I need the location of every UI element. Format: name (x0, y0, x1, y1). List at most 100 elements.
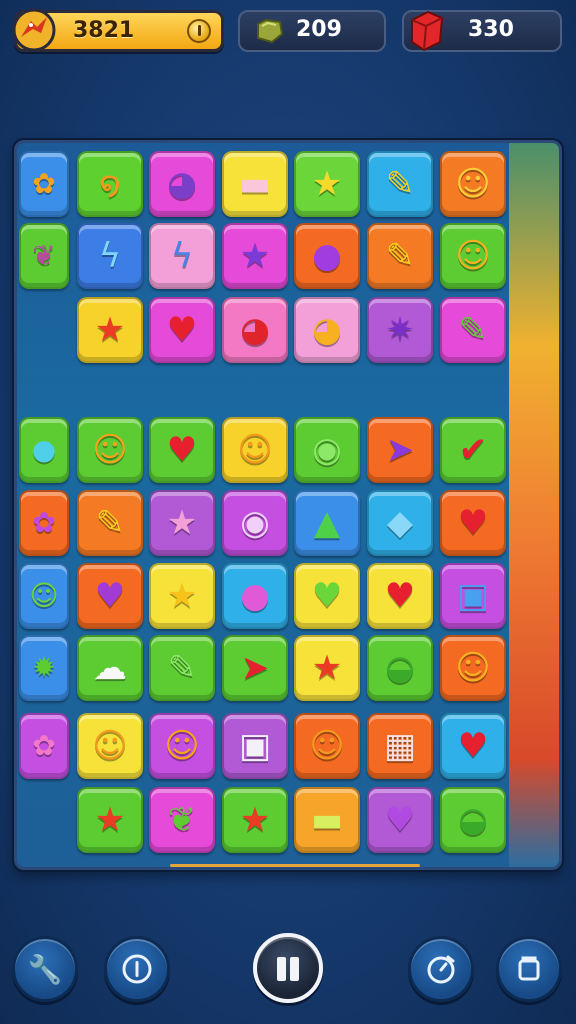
menu-button[interactable] (496, 936, 562, 1002)
cloud-tile[interactable]: ☁ (77, 635, 143, 701)
cactus-tile[interactable]: ✹ (19, 635, 69, 701)
smiley-icon: ☺ (455, 164, 491, 204)
purple-blob-icon: ● (312, 236, 342, 276)
pencil-tile[interactable]: ✎ (367, 223, 433, 289)
lollipop-tile[interactable]: ◉ (222, 490, 288, 556)
blue-drop-tile[interactable]: ● (19, 417, 69, 483)
star-tile[interactable]: ★ (222, 787, 288, 853)
timer-icon (427, 955, 455, 984)
leaf-tile[interactable]: ❦ (149, 787, 215, 853)
green-drop-tile[interactable]: ▲ (294, 490, 360, 556)
coin-icon (187, 19, 211, 43)
heart-icon: ♥ (457, 503, 489, 543)
orange-face-tile[interactable]: ☺ (294, 713, 360, 779)
purple-cube-tile[interactable]: ▣ (222, 713, 288, 779)
red-monster-tile[interactable]: ◕ (222, 297, 288, 363)
purple-bird-icon: ➤ (385, 430, 415, 470)
smiley-tile[interactable]: ☺ (222, 417, 288, 483)
check-icon: ✔ (458, 430, 488, 470)
heart-tile[interactable]: ♥ (440, 490, 506, 556)
blue-gem-icon: ◆ (386, 503, 414, 543)
purple-monster-tile[interactable]: ◕ (149, 151, 215, 217)
flower-icon: ✿ (32, 729, 56, 762)
green-heart-tile[interactable]: ♥ (294, 563, 360, 629)
leaf-tile[interactable]: ❦ (19, 223, 69, 289)
pencil-tile[interactable]: ✎ (77, 490, 143, 556)
green-monster-tile[interactable]: ☺ (19, 563, 69, 629)
score-value: 3821 (73, 18, 135, 43)
purple-cube-icon: ▣ (238, 726, 272, 766)
heart-icon: ♥ (384, 576, 416, 616)
green-mound-tile[interactable]: ◒ (440, 787, 506, 853)
purple-heart-icon: ♥ (94, 576, 126, 616)
smiley-tile[interactable]: ☺ (149, 713, 215, 779)
star-tile[interactable]: ★ (294, 635, 360, 701)
heart-tile[interactable]: ♥ (440, 713, 506, 779)
ticket-tile[interactable]: ✎ (149, 635, 215, 701)
green-mound-tile[interactable]: ◒ (367, 635, 433, 701)
ticket-icon: ✎ (167, 648, 197, 688)
smiley-icon: ☺ (92, 430, 128, 470)
ticket-icon: ✎ (458, 310, 488, 350)
purple-monster-icon: ◕ (167, 164, 197, 204)
purple-blob-tile[interactable]: ✷ (367, 297, 433, 363)
pill-tile[interactable]: ▬ (222, 151, 288, 217)
blue-cube-tile[interactable]: ▣ (440, 563, 506, 629)
star-tile[interactable]: ★ (149, 563, 215, 629)
star-icon: ★ (166, 503, 198, 543)
star-icon: ★ (94, 800, 126, 840)
lightning-tile[interactable]: ϟ (77, 223, 143, 289)
star-tile[interactable]: ★ (294, 151, 360, 217)
heart-tile[interactable]: ♥ (367, 787, 433, 853)
blue-gem-tile[interactable]: ◆ (367, 490, 433, 556)
info-button[interactable] (104, 936, 170, 1002)
red-monster-icon: ◕ (240, 310, 270, 350)
ticket-tile[interactable]: ✎ (440, 297, 506, 363)
leaf-icon: ❦ (167, 800, 197, 840)
orange-face-icon: ☺ (309, 726, 345, 766)
star-icon: ★ (311, 164, 343, 204)
purple-bird-tile[interactable]: ➤ (367, 417, 433, 483)
pause-icon (290, 957, 299, 981)
lives-panel: 330 (402, 10, 562, 52)
chocolate-bar-tile[interactable]: ▦ (367, 713, 433, 779)
chocolate-bar-icon: ▦ (383, 726, 417, 766)
star-tile[interactable]: ★ (77, 297, 143, 363)
timer-button[interactable] (408, 936, 474, 1002)
sun-tile[interactable]: ☺ (440, 223, 506, 289)
lightning-tile[interactable]: ϟ (149, 223, 215, 289)
map-pin-tile[interactable]: ◉ (294, 417, 360, 483)
pink-balloon-tile[interactable]: ● (222, 563, 288, 629)
wrench-button[interactable]: 🔧 (12, 936, 78, 1002)
flower-tile[interactable]: ✿ (19, 490, 69, 556)
flower-tile[interactable]: ✿ (19, 151, 69, 217)
check-tile[interactable]: ✔ (440, 417, 506, 483)
pill-tile[interactable]: ▬ (294, 787, 360, 853)
heart-tile[interactable]: ♥ (149, 417, 215, 483)
orange-monster-tile[interactable]: ◕ (294, 297, 360, 363)
game-board: ✿ ໑ ◕ ▬ ★ ✎ ☺ ❦ ϟ ϟ ★ ● ✎ ☺ ★ ♥ ◕ ◕ ✷ ✎ ● ☺ ♥ ☺ ◉ ➤ ✔ ✿ ✎ ★ ◉ ▲ ◆ ♥ ☺ ♥ ★ ● ♥ ♥… (14, 140, 562, 870)
smiley-tile[interactable]: ☺ (77, 713, 143, 779)
red-bird-tile[interactable]: ➤ (222, 635, 288, 701)
star-tile[interactable]: ★ (77, 787, 143, 853)
flower-tile[interactable]: ✿ (19, 713, 69, 779)
smiley-icon: ☺ (237, 430, 273, 470)
smiley-icon: ☺ (92, 726, 128, 766)
smiley-tile[interactable]: ☺ (77, 417, 143, 483)
heart-tile[interactable]: ♥ (149, 297, 215, 363)
green-gem-icon (254, 18, 284, 48)
cloud-icon: ☁ (93, 648, 127, 688)
pause-button[interactable] (253, 933, 323, 1003)
worm-icon: ໑ (99, 164, 121, 204)
purple-heart-tile[interactable]: ♥ (77, 563, 143, 629)
smiley-tile[interactable]: ☺ (440, 151, 506, 217)
heart-tile[interactable]: ♥ (367, 563, 433, 629)
smiley-tile[interactable]: ☺ (440, 635, 506, 701)
worm-tile[interactable]: ໑ (77, 151, 143, 217)
star-tile[interactable]: ★ (222, 223, 288, 289)
purple-blob-tile[interactable]: ● (294, 223, 360, 289)
star-tile[interactable]: ★ (149, 490, 215, 556)
red-bird-icon: ➤ (240, 648, 270, 688)
pencil-tile[interactable]: ✎ (367, 151, 433, 217)
star-icon: ★ (239, 236, 271, 276)
